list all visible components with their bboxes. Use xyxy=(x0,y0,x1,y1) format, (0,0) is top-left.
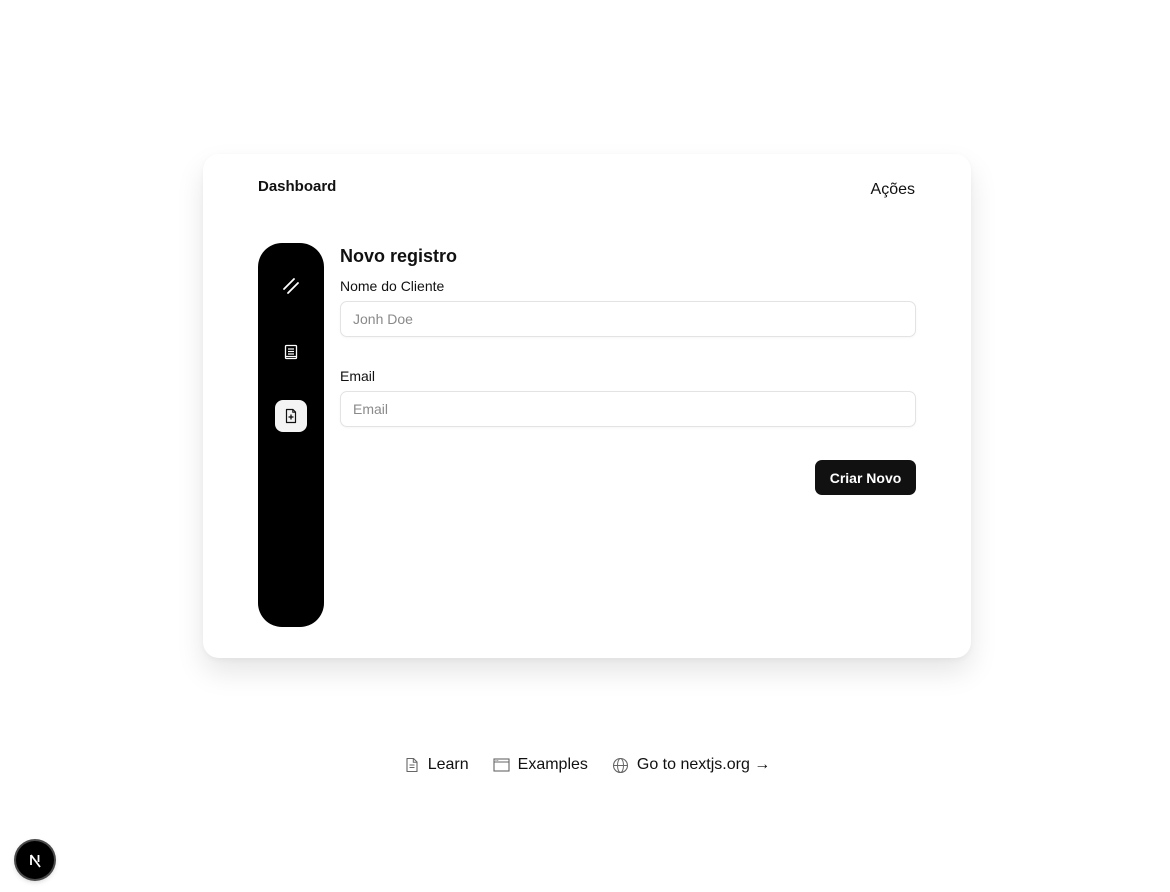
client-name-input[interactable] xyxy=(340,301,916,337)
email-input[interactable] xyxy=(340,391,916,427)
footer-links: Learn Examples Go to nextjs.org → xyxy=(0,756,1170,774)
client-name-label: Nome do Cliente xyxy=(340,278,445,294)
globe-icon xyxy=(612,757,628,773)
sidebar-item-notebook[interactable] xyxy=(275,336,307,368)
nextjs-dev-badge[interactable] xyxy=(16,841,54,879)
nextjs-logo-icon xyxy=(30,854,41,868)
actions-menu[interactable]: Ações xyxy=(871,181,915,199)
file-icon xyxy=(406,757,418,773)
learn-link-label: Learn xyxy=(427,756,469,773)
notebook-icon xyxy=(284,344,298,360)
sidebar-item-new-record[interactable] xyxy=(275,400,307,432)
examples-link-label: Examples xyxy=(517,756,588,773)
slash-icon xyxy=(283,278,299,294)
file-plus-icon xyxy=(285,408,297,424)
form-heading: Novo registro xyxy=(340,246,458,266)
dashboard-card: Dashboard Ações Novo registro Nome do Cl… xyxy=(203,154,971,658)
sidebar-item-slash[interactable] xyxy=(275,270,307,302)
create-new-button[interactable]: Criar Novo xyxy=(815,460,916,495)
examples-link[interactable]: Examples xyxy=(493,756,588,774)
learn-link[interactable]: Learn xyxy=(404,756,469,774)
nextjs-link[interactable]: Go to nextjs.org → xyxy=(612,756,770,774)
sidebar xyxy=(258,243,324,627)
email-label: Email xyxy=(340,368,376,384)
card-title: Dashboard xyxy=(258,178,337,195)
nextjs-link-label: Go to nextjs.org → xyxy=(636,756,771,773)
window-icon xyxy=(493,758,510,772)
